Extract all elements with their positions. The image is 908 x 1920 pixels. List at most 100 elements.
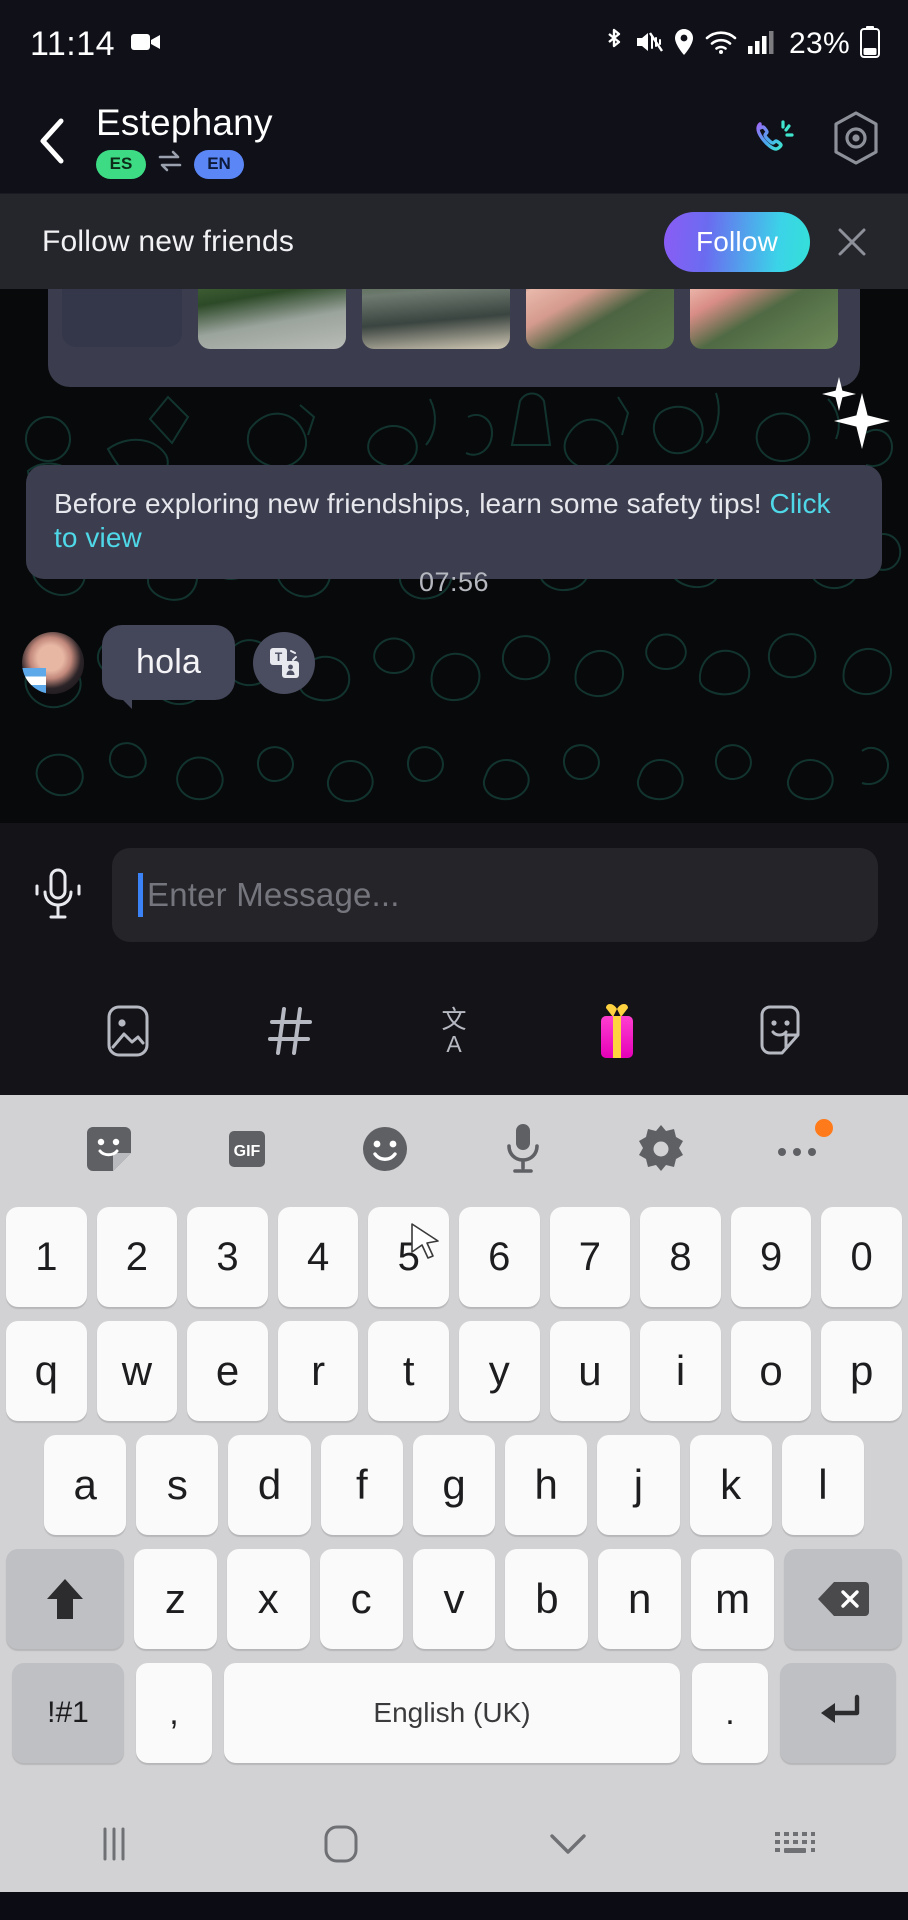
key-6[interactable]: 6 — [459, 1207, 540, 1307]
enter-icon — [821, 1694, 860, 1723]
status-bar-right: 23% — [603, 25, 880, 63]
message-timestamp: 07:56 — [418, 567, 490, 597]
sticker-icon[interactable] — [742, 993, 818, 1069]
key-q[interactable]: q — [6, 1321, 87, 1421]
header-title-block[interactable]: Estephany ES EN — [96, 102, 746, 179]
voice-input-button[interactable] — [26, 864, 90, 926]
key-z[interactable]: z — [134, 1549, 217, 1649]
photo-card[interactable] — [48, 289, 860, 387]
key-h[interactable]: h — [505, 1435, 588, 1535]
gif-icon[interactable]: GIF — [211, 1113, 283, 1185]
mute-icon — [635, 28, 664, 61]
svg-text:GIF: GIF — [234, 1143, 261, 1160]
key-t[interactable]: t — [368, 1321, 449, 1421]
key-e[interactable]: e — [187, 1321, 268, 1421]
key-m[interactable]: m — [691, 1549, 775, 1649]
key-2[interactable]: 2 — [96, 1207, 178, 1307]
svg-text:A: A — [446, 1031, 462, 1057]
key-r[interactable]: r — [277, 1321, 359, 1421]
phone-screen: 11:14 23% Estephany ES EN Follow new fri… — [0, 0, 908, 1920]
hashtag-icon[interactable] — [253, 993, 329, 1069]
gallery-icon[interactable] — [90, 993, 166, 1069]
key-b[interactable]: b — [505, 1549, 589, 1649]
key-u[interactable]: u — [549, 1321, 631, 1421]
chat-header: Estephany ES EN — [0, 88, 908, 193]
key-g[interactable]: g — [412, 1435, 496, 1535]
key-i[interactable]: i — [640, 1321, 721, 1421]
key-j[interactable]: j — [597, 1435, 680, 1535]
hex-settings-icon[interactable] — [830, 110, 882, 171]
key-4[interactable]: 4 — [277, 1207, 359, 1307]
key-9[interactable]: 9 — [730, 1207, 812, 1307]
shift-key[interactable] — [6, 1549, 124, 1649]
key-f[interactable]: f — [320, 1435, 403, 1535]
backspace-key[interactable] — [784, 1549, 903, 1649]
translate-icon[interactable]: T — [253, 631, 316, 694]
key-k[interactable]: k — [689, 1435, 772, 1535]
follow-button[interactable]: Follow — [664, 211, 810, 272]
notification-dot — [815, 1119, 833, 1137]
key-d[interactable]: d — [228, 1435, 311, 1535]
message-input-field[interactable]: Enter Message... — [112, 848, 878, 942]
home-button[interactable] — [227, 1822, 454, 1866]
photo-thumb[interactable] — [526, 289, 674, 349]
key-c[interactable]: c — [319, 1549, 403, 1649]
settings-gear-icon[interactable] — [625, 1113, 697, 1185]
language-pair[interactable]: ES EN — [96, 149, 746, 179]
key-n[interactable]: n — [598, 1549, 682, 1649]
key-o[interactable]: o — [730, 1321, 812, 1421]
translate-icon[interactable]: 文 A — [416, 993, 492, 1069]
key-x[interactable]: x — [226, 1549, 310, 1649]
avatar[interactable] — [22, 631, 84, 694]
text-cursor — [138, 873, 143, 917]
recents-icon — [103, 1827, 124, 1861]
photo-thumb[interactable] — [362, 289, 510, 349]
key-5[interactable]: 5 — [368, 1207, 449, 1307]
recents-button[interactable] — [0, 1824, 227, 1864]
phone-call-icon[interactable] — [746, 110, 802, 171]
key-w[interactable]: w — [96, 1321, 178, 1421]
key-0[interactable]: 0 — [821, 1207, 902, 1307]
key-p[interactable]: p — [821, 1321, 902, 1421]
key-8[interactable]: 8 — [640, 1207, 721, 1307]
photo-thumb[interactable] — [198, 289, 346, 349]
keyboard-row-space: !#1 , English (UK) . — [6, 1663, 902, 1763]
enter-key[interactable] — [780, 1663, 896, 1763]
symbols-key[interactable]: !#1 — [12, 1663, 124, 1763]
back-button[interactable] — [24, 113, 80, 169]
bluetooth-icon — [603, 27, 625, 62]
keyboard-switch-button[interactable] — [681, 1827, 908, 1861]
mic-icon[interactable] — [487, 1113, 559, 1185]
key-3[interactable]: 3 — [187, 1207, 268, 1307]
period-key[interactable]: . — [692, 1663, 768, 1763]
gift-icon[interactable] — [579, 993, 655, 1069]
emoji-icon[interactable] — [349, 1113, 421, 1185]
safety-tip-message[interactable]: Before exploring new friendships, learn … — [26, 465, 882, 580]
key-1[interactable]: 1 — [6, 1207, 87, 1307]
key-a[interactable]: a — [44, 1435, 127, 1535]
photo-thumb[interactable] — [690, 289, 838, 349]
wifi-icon — [705, 29, 737, 60]
video-camera-icon — [131, 31, 161, 58]
key-y[interactable]: y — [459, 1321, 540, 1421]
status-time: 11:14 — [30, 24, 116, 63]
key-7[interactable]: 7 — [549, 1207, 631, 1307]
key-v[interactable]: v — [412, 1549, 496, 1649]
message-input-bar: Enter Message... — [0, 823, 908, 967]
chat-message-list[interactable]: Before exploring new friendships, learn … — [0, 289, 908, 823]
message-bubble[interactable]: hola — [102, 625, 236, 709]
swap-arrows-icon — [156, 149, 184, 179]
keyboard-row-home: a s d f g h j k l — [6, 1435, 902, 1535]
hide-keyboard-button[interactable] — [454, 1829, 681, 1859]
system-navigation-bar — [0, 1796, 908, 1892]
comma-key[interactable]: , — [136, 1663, 212, 1763]
space-key[interactable]: English (UK) — [224, 1663, 680, 1763]
signal-icon — [747, 29, 775, 60]
key-l[interactable]: l — [781, 1435, 864, 1535]
chevron-down-icon — [549, 1834, 586, 1854]
sticker-icon[interactable] — [73, 1113, 145, 1185]
message-row: hola T — [22, 625, 316, 709]
close-icon[interactable] — [824, 225, 880, 259]
more-options-icon[interactable] — [763, 1113, 835, 1185]
key-s[interactable]: s — [136, 1435, 219, 1535]
